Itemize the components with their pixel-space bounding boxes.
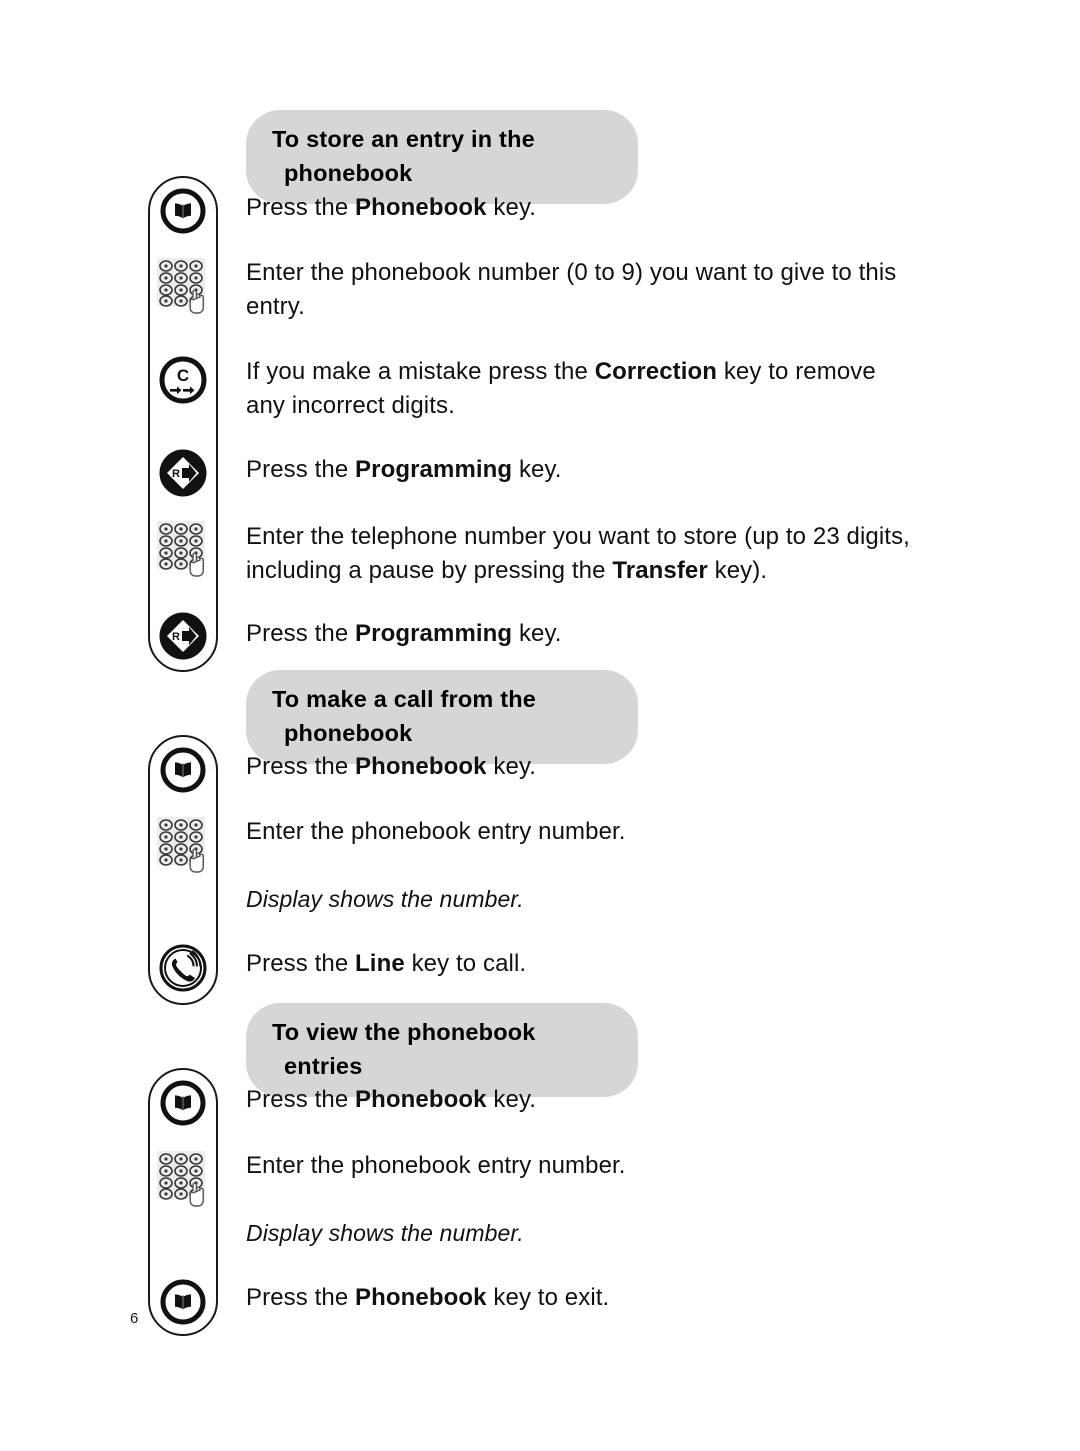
phonebook-key-icon[interactable]	[155, 742, 211, 798]
section-heading-store-entry: To store an entry in the phonebook	[246, 110, 638, 204]
step-text: Press the Phonebook key.	[246, 1086, 537, 1113]
keypad-icon[interactable]	[155, 518, 211, 588]
step-note: Display shows the number.	[246, 1220, 524, 1246]
phonebook-key-icon[interactable]	[155, 183, 211, 239]
key-strip-section-1	[148, 176, 218, 672]
heading-line-1: To make a call from the	[272, 686, 537, 712]
heading-line-2: entries	[284, 1053, 363, 1079]
step-text: Press the Programming key.	[246, 456, 562, 483]
page-number: 6	[130, 1310, 139, 1327]
step-text: Press the Line key to call.	[246, 950, 527, 977]
svg-text:R: R	[172, 468, 180, 480]
step-text: Enter the phonebook number (0 to 9) you …	[246, 259, 897, 320]
keypad-icon[interactable]	[155, 1148, 211, 1218]
phonebook-key-icon[interactable]	[155, 1075, 211, 1131]
svg-text:R: R	[172, 631, 180, 643]
step-text: Press the Programming key.	[246, 620, 562, 647]
step-note: Display shows the number.	[246, 886, 524, 912]
keypad-icon[interactable]	[155, 814, 211, 884]
step-text: Enter the phonebook entry number.	[246, 1152, 626, 1179]
heading-line-1: To view the phonebook	[272, 1019, 536, 1045]
line-key-icon[interactable]	[155, 940, 211, 996]
step-text: Press the Phonebook key.	[246, 194, 537, 221]
svg-text:C: C	[177, 366, 189, 385]
heading-line-2: phonebook	[284, 160, 413, 186]
keypad-icon[interactable]	[155, 255, 211, 325]
manual-page: To store an entry in the phonebook C R R…	[0, 0, 1080, 1451]
programming-key-icon[interactable]: R	[155, 608, 211, 664]
programming-key-icon[interactable]: R	[155, 445, 211, 501]
step-text: Press the Phonebook key to exit.	[246, 1284, 610, 1311]
step-text: If you make a mistake press the Correcti…	[246, 358, 876, 419]
heading-line-2: phonebook	[284, 720, 413, 746]
phonebook-key-icon[interactable]	[155, 1274, 211, 1330]
step-text: Enter the telephone number you want to s…	[246, 523, 910, 584]
heading-line-1: To store an entry in the	[272, 126, 535, 152]
correction-key-icon[interactable]: C	[155, 352, 211, 408]
step-text: Enter the phonebook entry number.	[246, 818, 626, 845]
step-text: Press the Phonebook key.	[246, 753, 537, 780]
